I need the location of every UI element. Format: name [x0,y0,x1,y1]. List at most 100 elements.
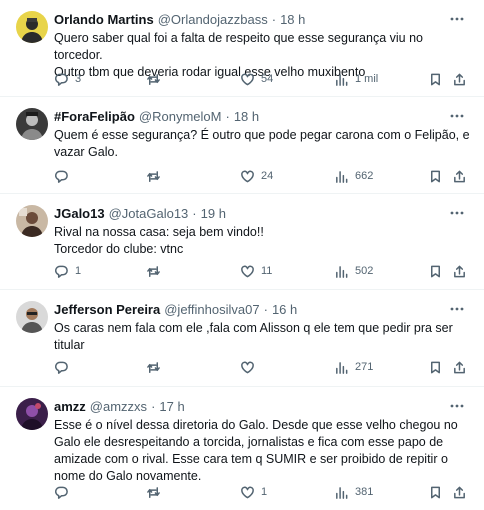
retweet-icon [146,264,161,279]
views-button[interactable]: 1 mil [334,70,378,88]
avatar[interactable] [16,301,48,333]
bookmark-button[interactable] [428,70,443,88]
bookmark-icon [428,264,443,279]
author-name[interactable]: amzz [54,399,86,414]
bookmark-button[interactable] [428,483,443,501]
more-dots-icon[interactable] [448,397,466,415]
tweet-text-line: Quem é esse segurança? É outro que pode … [54,128,470,142]
more-dots-icon[interactable] [448,107,466,125]
retweet-button[interactable] [146,262,167,280]
views-button[interactable]: 662 [334,167,373,185]
timestamp[interactable]: 16 h [272,302,297,317]
retweet-button[interactable] [146,167,167,185]
avatar[interactable] [16,398,48,430]
like-count: 11 [261,265,273,277]
view-count: 271 [355,361,374,373]
avatar[interactable] [16,11,48,43]
tweet-actions: 1 11 502 [54,262,484,280]
reply-button[interactable]: 3 [54,70,81,88]
views-button[interactable]: 381 [334,483,373,501]
reply-tweet[interactable]: amzz @amzzxs · 17 h Esse é o nível dessa… [0,387,484,510]
share-button[interactable] [452,262,467,280]
separator: · [192,205,197,221]
retweet-icon [146,72,161,87]
reply-button[interactable] [54,167,75,185]
more-dots-icon[interactable] [448,10,466,28]
views-bar-icon [334,360,349,375]
views-bar-icon [334,169,349,184]
views-bar-icon [334,264,349,279]
bookmark-button[interactable] [428,358,443,376]
like-button[interactable]: 54 [240,70,273,88]
tweet-actions: 3 54 1 mil [54,70,484,88]
heart-icon [240,72,255,87]
share-button[interactable] [452,358,467,376]
like-button[interactable]: 1 [240,483,267,501]
reply-tweet[interactable]: #ForaFelipão @RonymeloM · 18 h Quem é es… [0,97,484,194]
heart-icon [240,360,255,375]
avatar[interactable] [16,108,48,140]
retweet-button[interactable] [146,70,167,88]
more-dots-icon[interactable] [448,300,466,318]
separator: · [271,11,277,27]
tweet-text-line: vazar Galo. [54,145,118,159]
tweet-header: Orlando Martins @Orlandojazzbass · 18 h [54,10,470,28]
share-button[interactable] [452,167,467,185]
author-handle[interactable]: @RonymeloM [139,109,222,124]
tweet-header: amzz @amzzxs · 17 h [54,397,470,415]
tweet-header: JGalo13 @JotaGalo13 · 19 h [54,204,470,222]
tweet-text-line: Torcedor do clube: vtnc [54,242,184,256]
author-handle[interactable]: @amzzxs [90,399,147,414]
like-button[interactable] [240,358,261,376]
author-name[interactable]: Jefferson Pereira [54,302,160,317]
reply-tweet[interactable]: Orlando Martins @Orlandojazzbass · 18 h … [0,0,484,97]
author-handle[interactable]: @jeffinhosilva07 [164,302,259,317]
author-handle[interactable]: @Orlandojazzbass [158,12,268,27]
timestamp[interactable]: 18 h [234,109,259,124]
author-name[interactable]: #ForaFelipão [54,109,135,124]
timestamp[interactable]: 19 h [201,206,226,221]
tweet-text-line: amizade com o rival. Esse cara tem q SUM… [54,452,448,466]
heart-icon [240,264,255,279]
views-button[interactable]: 271 [334,358,373,376]
reply-button[interactable] [54,358,75,376]
author-name[interactable]: JGalo13 [54,206,105,221]
reply-icon [54,485,69,500]
like-button[interactable]: 24 [240,167,273,185]
view-count: 662 [355,170,374,182]
tweet-text: Rival na nossa casa: seja bem vindo!! Tor… [54,224,470,258]
heart-icon [240,169,255,184]
like-button[interactable]: 11 [240,262,272,280]
reply-button[interactable]: 1 [54,262,81,280]
tweet-text: Quem é esse segurança? É outro que pode … [54,127,470,161]
timestamp[interactable]: 18 h [280,12,305,27]
tweet-text-line: Quero saber qual foi a falta de respeito… [54,31,427,62]
reply-tweet[interactable]: JGalo13 @JotaGalo13 · 19 h Rival na noss… [0,194,484,290]
reply-button[interactable] [54,483,75,501]
reply-tweet[interactable]: Jefferson Pereira @jeffinhosilva07 · 16 … [0,290,484,387]
share-button[interactable] [452,70,467,88]
like-count: 24 [261,170,274,182]
bookmark-button[interactable] [428,167,443,185]
retweet-button[interactable] [146,483,167,501]
bookmark-button[interactable] [428,262,443,280]
tweet-text: Os caras nem fala com ele ,fala com Alis… [54,320,470,354]
view-count: 381 [355,486,374,498]
heart-icon [240,485,255,500]
avatar[interactable] [16,205,48,237]
view-count: 502 [355,265,374,277]
more-dots-icon[interactable] [448,204,466,222]
share-button[interactable] [452,483,467,501]
tweet-text-line: Galo ele desrespeitando a torcida, jorna… [54,435,444,449]
view-count: 1 mil [355,73,379,85]
author-name[interactable]: Orlando Martins [54,12,154,27]
bookmark-icon [428,485,443,500]
reply-icon [54,72,69,87]
separator: · [151,398,156,414]
retweet-button[interactable] [146,358,167,376]
bookmark-icon [428,360,443,375]
author-handle[interactable]: @JotaGalo13 [109,206,189,221]
views-bar-icon [334,72,349,87]
views-button[interactable]: 502 [334,262,373,280]
timestamp[interactable]: 17 h [159,399,184,414]
